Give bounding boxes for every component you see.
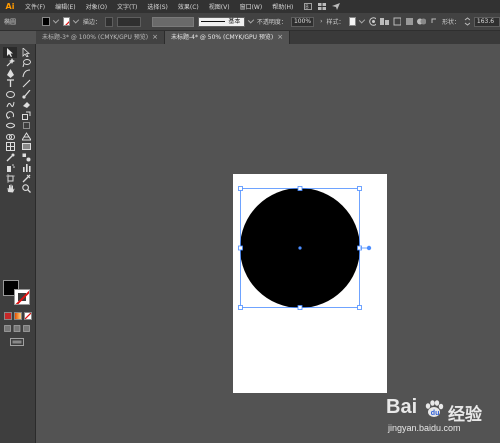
chevron-down-icon[interactable] [73,16,80,24]
fill-stroke-widget[interactable] [3,280,33,306]
brush-label: 基本 [228,17,241,25]
stroke-label: 描边： [82,19,101,26]
menu-bar: Ai 文件(F) 编辑(E) 对象(O) 文字(T) 选择(S) 效果(C) 视… [0,0,500,13]
watermark-url: jingyan.baidu.com [388,423,461,433]
stroke-swatch[interactable] [62,17,71,26]
mesh-tool-icon[interactable] [3,142,17,153]
close-icon[interactable]: × [152,31,158,44]
no-color-icon [64,20,70,25]
paintbrush-tool-icon[interactable] [19,89,33,100]
chevron-down-icon[interactable] [247,16,255,24]
jingyan-text: 经验 [448,405,482,424]
graphic-style-swatch[interactable] [348,17,357,26]
gradient-tool-icon[interactable] [19,142,33,153]
line-segment-tool-icon[interactable] [19,79,33,90]
selection-type-label: 椭圆 [4,19,17,26]
shaper-tool-icon[interactable] [3,100,17,111]
recolor-artwork-icon[interactable] [368,17,377,26]
color-mode-button[interactable] [4,312,12,320]
shape-width-input[interactable]: 163.6 [473,16,500,27]
free-transform-tool-icon[interactable] [19,121,33,132]
scale-tool-icon[interactable] [19,110,33,121]
chevron-down-icon[interactable] [359,16,366,24]
pathfinder-icon[interactable] [417,17,426,26]
stroke-color-box[interactable] [14,289,30,305]
menu-help[interactable]: 帮助(H) [267,2,298,11]
menu-view[interactable]: 视图(V) [204,2,235,11]
tools-panel [0,44,36,443]
menu-select[interactable]: 选择(S) [142,2,173,11]
rotate-icon[interactable] [430,17,438,26]
menu-type[interactable]: 文字(T) [112,2,142,11]
brush-stroke-preview [201,20,226,23]
tab-label: 未标题-3* @ 100% (CMYK/GPU 预览) [42,34,149,41]
expand-arrow-icon[interactable]: › [320,18,322,25]
zoom-tool-icon[interactable] [19,184,33,195]
magic-wand-tool-icon[interactable] [3,58,17,69]
curvature-tool-icon[interactable] [19,68,33,79]
gradient-mode-button[interactable] [14,312,22,320]
shape-label: 形状： [442,19,461,26]
tab-document-4[interactable]: 未标题-4* @ 50% (CMYK/GPU 预览) × [164,31,291,44]
baidu-paw-icon: du [425,400,444,417]
artboard[interactable] [233,174,387,393]
tab-document-3[interactable]: 未标题-3* @ 100% (CMYK/GPU 预览) × [36,31,165,44]
isolate-icon[interactable] [405,17,413,26]
align-icon[interactable] [380,17,389,26]
stepper-icon[interactable] [464,17,470,26]
app-logo: Ai [5,2,15,11]
fill-swatch[interactable] [42,17,51,26]
slice-tool-icon[interactable] [19,173,33,184]
column-graph-tool-icon[interactable] [19,163,33,174]
screen-mode-icon[interactable] [10,338,24,346]
lasso-tool-icon[interactable] [19,58,33,69]
blend-tool-icon[interactable] [19,152,33,163]
close-icon[interactable]: × [277,31,283,44]
transform-icon[interactable] [393,17,401,26]
selection-tool-icon[interactable] [3,47,17,58]
menu-file[interactable]: 文件(F) [20,2,50,11]
type-tool-icon[interactable] [3,79,17,90]
eraser-tool-icon[interactable] [19,100,33,111]
chevron-down-icon[interactable] [53,16,60,24]
symbol-sprayer-tool-icon[interactable] [3,163,17,174]
artboard-tool-icon[interactable] [3,173,17,184]
menu-edit[interactable]: 编辑(E) [50,2,80,11]
menu-object[interactable]: 对象(O) [81,2,112,11]
opacity-input[interactable]: 100% [290,16,315,27]
draw-mode-icons[interactable] [4,324,32,334]
color-mode-row [4,312,32,320]
svg-text:B: B [306,5,310,10]
perspective-grid-tool-icon[interactable] [19,131,33,142]
hand-tool-icon[interactable] [3,184,17,195]
variable-width-profile[interactable] [152,16,195,27]
menu-effect[interactable]: 效果(C) [173,2,204,11]
baidu-brand-text: Bai [386,396,418,418]
control-bar: 椭圆 描边： 基本 不透明度： 100% › 样式： 形状： 163.6 [0,13,500,31]
rotate-tool-icon[interactable] [3,110,17,121]
document-tabs: 未标题-3* @ 100% (CMYK/GPU 预览) × 未标题-4* @ 5… [36,31,500,44]
arrange-documents-icon[interactable] [318,3,327,10]
menu-window[interactable]: 窗口(W) [235,2,268,11]
none-mode-button[interactable] [24,312,32,320]
baidu-watermark: Bai du 经验 jingyan.baidu.com [386,396,496,440]
direct-selection-tool-icon[interactable] [19,47,33,58]
svg-text:du: du [431,410,440,417]
pen-tool-icon[interactable] [3,68,17,79]
shape-builder-tool-icon[interactable] [3,131,17,142]
tab-label: 未标题-4* @ 50% (CMYK/GPU 预览) [170,34,274,41]
stroke-weight-input[interactable] [116,16,141,27]
style-label: 样式： [326,19,345,26]
bridge-icon[interactable]: B [304,3,313,10]
opacity-label: 不透明度： [256,19,287,26]
tool-grid [3,47,33,194]
eyedropper-tool-icon[interactable] [3,152,17,163]
width-tool-icon[interactable] [3,121,17,132]
brush-definition-dropdown[interactable]: 基本 [198,16,245,27]
no-color-icon [25,313,31,319]
stroke-stepper[interactable] [104,16,113,27]
send-icon[interactable] [332,3,341,10]
ellipse-tool-icon[interactable] [3,89,17,100]
